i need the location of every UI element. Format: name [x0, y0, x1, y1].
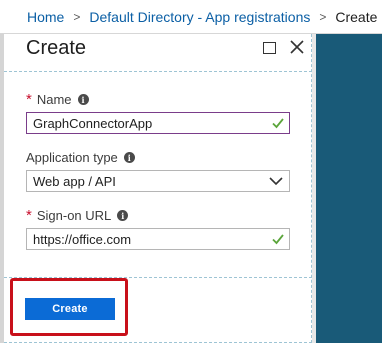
breadcrumb-separator: > — [73, 9, 81, 24]
maximize-icon[interactable] — [263, 42, 276, 54]
info-icon[interactable]: i — [117, 210, 129, 221]
sign-on-url-label-text: Sign-on URL — [36, 208, 112, 223]
name-input[interactable]: GraphConnectorApp — [26, 112, 290, 134]
valid-check-icon — [272, 234, 284, 245]
blade-title: Create — [26, 37, 87, 59]
sign-on-url-value: https://office.com — [33, 231, 132, 247]
required-star: * — [26, 207, 32, 224]
name-label-text: Name — [36, 92, 72, 107]
name-label: * Name i — [26, 91, 89, 108]
breadcrumb-separator: > — [319, 9, 327, 24]
breadcrumb-home-link[interactable]: Home — [27, 9, 64, 25]
required-star: * — [26, 91, 32, 108]
name-input-value: GraphConnectorApp — [33, 115, 153, 131]
application-type-select[interactable]: Web app / API — [26, 170, 290, 192]
info-icon[interactable]: i — [123, 152, 135, 163]
breadcrumb-app-registrations-link[interactable]: Default Directory - App registrations — [89, 9, 310, 25]
application-type-value: Web app / API — [33, 173, 116, 189]
chevron-down-icon — [269, 177, 283, 186]
valid-check-icon — [272, 118, 284, 129]
close-icon[interactable] — [288, 36, 306, 58]
sign-on-url-label: * Sign-on URL i — [26, 207, 129, 224]
sign-on-url-input[interactable]: https://office.com — [26, 228, 290, 250]
breadcrumb-current: Create — [335, 8, 378, 25]
application-type-label: Application type i — [26, 150, 135, 165]
info-icon[interactable]: i — [77, 94, 89, 105]
background-pane — [316, 34, 382, 343]
breadcrumb: Home > Default Directory - App registrat… — [0, 0, 382, 34]
highlight-annotation — [10, 278, 128, 336]
application-type-label-text: Application type — [26, 150, 118, 165]
header-divider — [4, 71, 312, 72]
